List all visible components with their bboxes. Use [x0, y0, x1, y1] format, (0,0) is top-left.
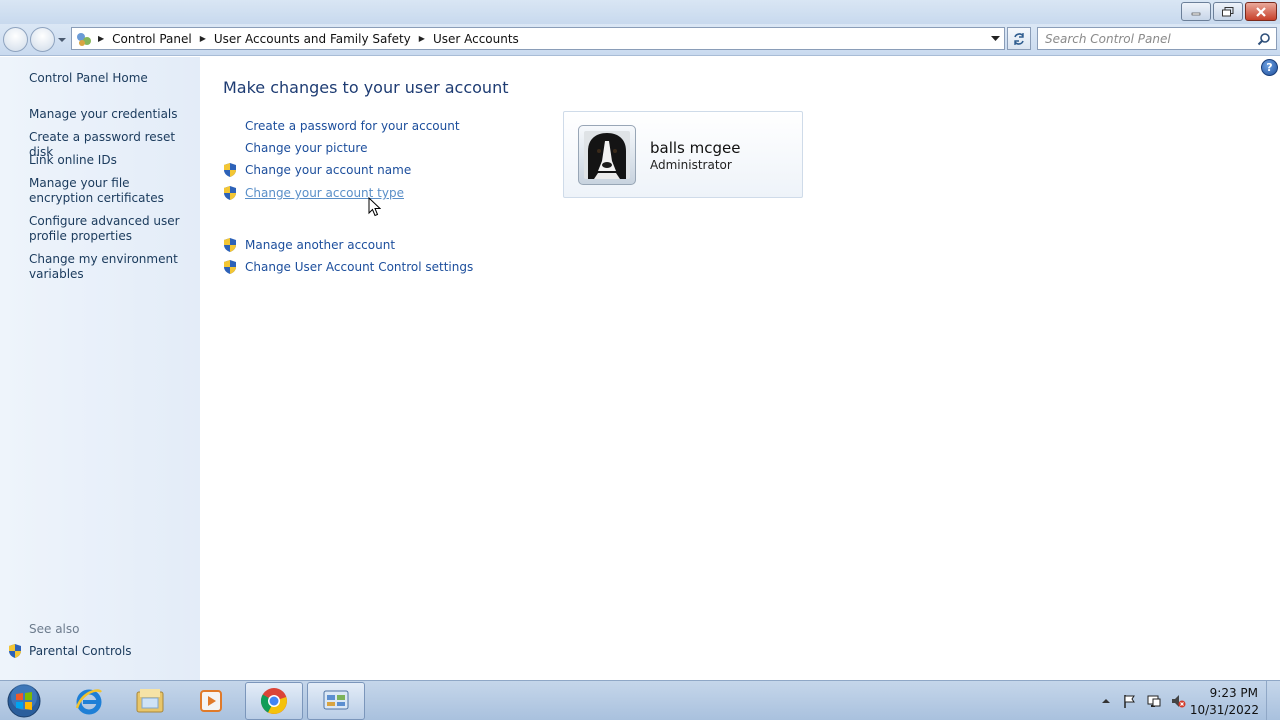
sidebar-item-parental-controls[interactable]: Parental Controls	[7, 643, 132, 659]
uac-shield-icon	[224, 163, 236, 177]
clock-time[interactable]: 9:23 PM	[1210, 686, 1258, 700]
show-hidden-icons-icon[interactable]	[1098, 693, 1114, 709]
sidebar-item-advanced-profile-properties[interactable]: Configure advanced user profile properti…	[29, 214, 194, 244]
mouse-cursor-icon	[368, 197, 381, 217]
help-button[interactable]: ?	[1261, 59, 1278, 76]
uac-shield-icon	[224, 260, 236, 274]
breadcrumb-control-panel[interactable]: Control Panel	[112, 32, 192, 46]
close-icon	[1256, 6, 1266, 17]
parental-controls-label: Parental Controls	[29, 644, 132, 658]
uac-shield-icon	[9, 644, 21, 658]
sidebar-item-file-encryption-certificates[interactable]: Manage your file encryption certificates	[29, 176, 194, 206]
change-account-name-link[interactable]: Change your account name	[222, 162, 411, 178]
user-role: Administrator	[650, 158, 732, 172]
sidebar-item-environment-variables[interactable]: Change my environment variables	[29, 252, 194, 282]
refresh-button[interactable]	[1007, 27, 1031, 50]
control-panel-icon	[323, 690, 349, 710]
change-account-name-label: Change your account name	[245, 163, 412, 177]
taskbar-media-player[interactable]	[182, 682, 240, 720]
create-password-label: Create a password for your account	[245, 118, 460, 133]
avatar[interactable]	[578, 125, 636, 185]
close-button[interactable]	[1245, 2, 1277, 21]
search-icon[interactable]	[1257, 32, 1271, 46]
refresh-icon	[1014, 32, 1024, 45]
see-also-label: See also	[29, 622, 80, 636]
control-panel-icon	[77, 32, 91, 46]
volume-muted-icon[interactable]	[1170, 693, 1186, 709]
sidebar-item-control-panel-home[interactable]: Control Panel Home	[29, 71, 194, 86]
forward-button[interactable]	[30, 27, 55, 52]
show-desktop-button[interactable]	[1266, 681, 1280, 720]
back-button[interactable]	[3, 27, 28, 52]
navigation-bar: ▶ Control Panel ▶ User Accounts and Fami…	[0, 24, 1280, 56]
taskbar-chrome[interactable]	[245, 682, 303, 720]
window-title-bar	[0, 0, 1280, 24]
internet-explorer-icon	[75, 689, 102, 715]
sidebar-item-manage-credentials[interactable]: Manage your credentials	[29, 107, 194, 122]
system-tray: 9:23 PM 10/31/2022	[1090, 681, 1280, 720]
media-player-icon	[200, 690, 222, 712]
dog-picture-icon	[584, 131, 630, 179]
breadcrumb-user-accounts-family-safety[interactable]: User Accounts and Family Safety	[214, 32, 411, 46]
change-picture-label: Change your picture	[245, 140, 368, 155]
search-box[interactable]	[1037, 27, 1277, 50]
restore-button[interactable]	[1213, 2, 1243, 21]
taskbar-windows-explorer[interactable]	[121, 682, 179, 720]
user-name: balls mcgee	[650, 139, 741, 157]
task-pane: Control Panel Home Manage your credentia…	[0, 57, 200, 680]
uac-shield-icon	[224, 238, 236, 252]
start-button[interactable]	[4, 682, 46, 720]
change-uac-settings-link[interactable]: Change User Account Control settings	[222, 259, 473, 275]
sidebar-item-link-online-ids[interactable]: Link online IDs	[29, 153, 194, 168]
page-title: Make changes to your user account	[223, 78, 509, 97]
start-orb-icon	[7, 684, 41, 718]
taskbar-internet-explorer[interactable]	[60, 682, 118, 720]
breadcrumb-user-accounts[interactable]: User Accounts	[433, 32, 519, 46]
action-center-flag-icon[interactable]	[1122, 693, 1138, 709]
taskbar: 9:23 PM 10/31/2022	[0, 680, 1280, 720]
address-dropdown-icon[interactable]	[991, 35, 1000, 43]
network-icon[interactable]	[1146, 693, 1162, 709]
help-icon: ?	[1266, 61, 1273, 74]
manage-another-account-label: Manage another account	[245, 238, 396, 252]
taskbar-control-panel[interactable]	[307, 682, 365, 720]
windows-explorer-icon	[136, 689, 164, 713]
address-bar[interactable]: ▶ Control Panel ▶ User Accounts and Fami…	[71, 27, 1005, 50]
manage-another-account-link[interactable]: Manage another account	[222, 237, 395, 253]
clock-date[interactable]: 10/31/2022	[1190, 703, 1259, 717]
change-account-type-link[interactable]: Change your account type	[222, 185, 404, 201]
minimize-icon	[1191, 12, 1201, 15]
uac-shield-icon	[224, 186, 236, 200]
restore-icon	[1222, 6, 1234, 16]
chrome-icon	[260, 688, 287, 714]
change-uac-settings-label: Change User Account Control settings	[245, 260, 474, 274]
user-account-card: balls mcgee Administrator	[563, 111, 803, 198]
minimize-button[interactable]	[1181, 2, 1211, 21]
recent-pages-dropdown-icon[interactable]	[58, 36, 66, 44]
search-input[interactable]	[1045, 31, 1250, 46]
